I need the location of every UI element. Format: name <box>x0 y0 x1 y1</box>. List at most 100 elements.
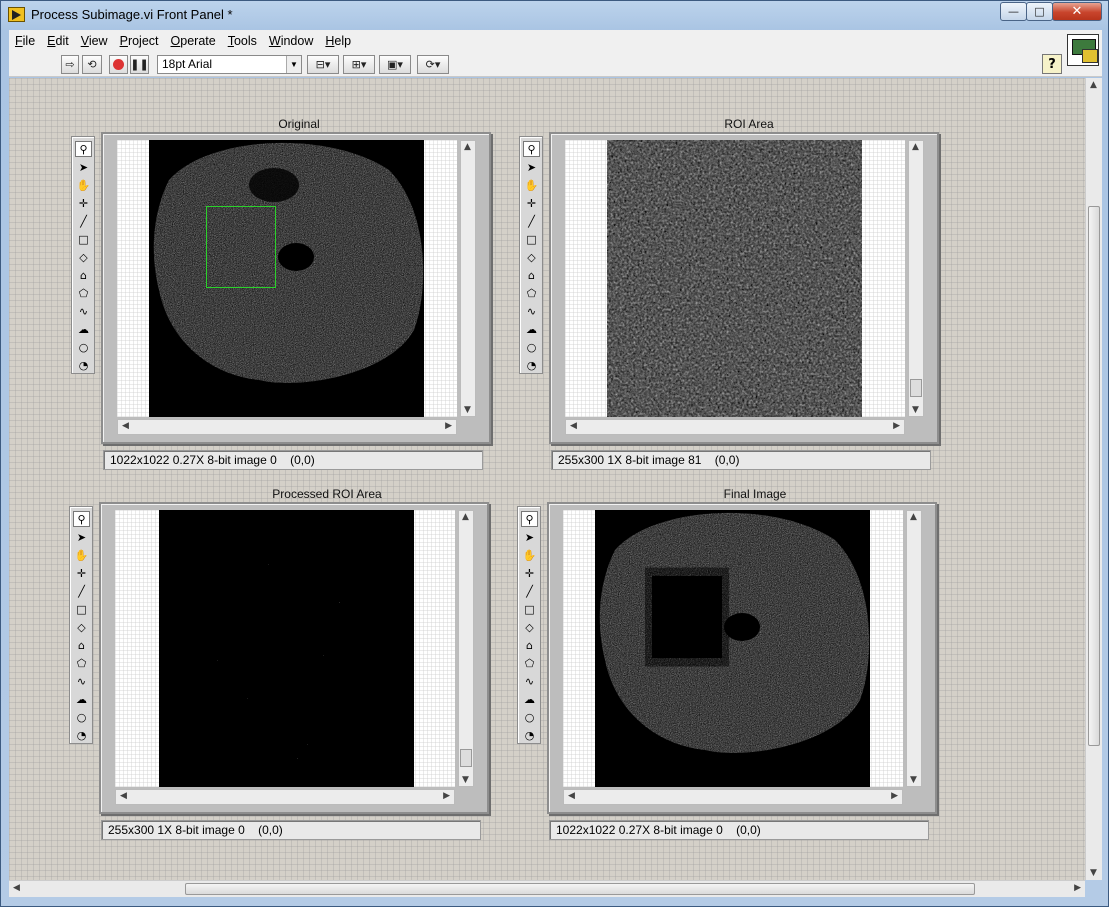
polyline-icon[interactable]: ⌂ <box>523 267 540 283</box>
roi-vertical-scrollbar[interactable]: ▲ ▼ <box>908 140 924 417</box>
run-arrow-icon[interactable]: ⇨ <box>61 55 79 74</box>
roi-image-display[interactable]: ▲ ▼ ◀ ▶ <box>549 132 939 444</box>
polygon-icon[interactable]: ⬠ <box>75 285 92 301</box>
polyline-icon[interactable]: ⌂ <box>73 637 90 653</box>
rotated-rectangle-icon[interactable]: ◇ <box>521 619 538 635</box>
line-icon[interactable]: ╱ <box>75 213 92 229</box>
close-button[interactable]: ✕ <box>1052 2 1102 21</box>
polygon-icon[interactable]: ⬠ <box>523 285 540 301</box>
polyline-icon[interactable]: ⌂ <box>75 267 92 283</box>
zoom-icon[interactable]: ⚲ <box>75 141 92 157</box>
menu-project[interactable]: Project <box>120 34 159 48</box>
line-icon[interactable]: ╱ <box>521 583 538 599</box>
polygon-icon[interactable]: ⬠ <box>521 655 538 671</box>
menu-tools[interactable]: Tools <box>228 34 257 48</box>
roi-horizontal-scrollbar[interactable]: ◀ ▶ <box>565 419 905 435</box>
freehand-region-icon[interactable]: ☁ <box>523 321 540 337</box>
zoom-icon[interactable]: ⚲ <box>523 141 540 157</box>
menu-help[interactable]: Help <box>325 34 351 48</box>
pan-icon[interactable]: ✋ <box>523 177 540 193</box>
oval-icon[interactable]: ○ <box>523 339 540 355</box>
panel-vertical-scroll-thumb[interactable] <box>1088 206 1100 746</box>
maximize-button[interactable]: □ <box>1026 2 1053 21</box>
original-view[interactable] <box>117 140 457 417</box>
final-horizontal-scrollbar[interactable]: ◀ ▶ <box>563 789 903 805</box>
point-icon[interactable]: ✛ <box>523 195 540 211</box>
rectangle-icon[interactable]: □ <box>73 601 90 617</box>
rectangle-icon[interactable]: □ <box>523 231 540 247</box>
processed-horizontal-scrollbar[interactable]: ◀ ▶ <box>115 789 455 805</box>
resize-objects-icon[interactable]: ▣▾ <box>379 55 411 74</box>
polyline-icon[interactable]: ⌂ <box>521 637 538 653</box>
panel-horizontal-scroll-thumb[interactable] <box>185 883 975 895</box>
line-icon[interactable]: ╱ <box>523 213 540 229</box>
abort-icon[interactable] <box>109 55 128 74</box>
align-objects-icon[interactable]: ⊟▾ <box>307 55 339 74</box>
final-image-display[interactable]: ▲ ▼ ◀ ▶ <box>547 502 937 814</box>
zoom-icon[interactable]: ⚲ <box>73 511 90 527</box>
panel-horizontal-scrollbar[interactable]: ◀ ▶ <box>9 880 1085 897</box>
freehand-region-icon[interactable]: ☁ <box>75 321 92 337</box>
menu-edit[interactable]: Edit <box>47 34 69 48</box>
front-panel[interactable]: Original ⚲ ➤ ✋ ✛ ╱ □ ◇ ⌂ ⬠ ∿ ☁ ○ ◔ ▲ ▼ ◀… <box>9 78 1085 880</box>
rotated-rectangle-icon[interactable]: ◇ <box>75 249 92 265</box>
point-icon[interactable]: ✛ <box>75 195 92 211</box>
rotated-rectangle-icon[interactable]: ◇ <box>73 619 90 635</box>
point-icon[interactable]: ✛ <box>521 565 538 581</box>
freehand-region-icon[interactable]: ☁ <box>521 691 538 707</box>
vi-icon[interactable] <box>1067 34 1099 66</box>
title-bar[interactable]: Process Subimage.vi Front Panel * — □ ✕ <box>1 1 1108 29</box>
pan-icon[interactable]: ✋ <box>75 177 92 193</box>
freehand-line-icon[interactable]: ∿ <box>521 673 538 689</box>
freehand-line-icon[interactable]: ∿ <box>523 303 540 319</box>
help-button[interactable]: ? <box>1042 54 1062 74</box>
pointer-icon[interactable]: ➤ <box>75 159 92 175</box>
oval-icon[interactable]: ○ <box>521 709 538 725</box>
roi-rectangle[interactable] <box>206 206 276 288</box>
font-select[interactable]: 18pt Arial ▼ <box>157 55 302 74</box>
processed-image-display[interactable]: ▲ ▼ ◀ ▶ <box>99 502 489 814</box>
labview-app-icon[interactable] <box>8 7 25 22</box>
rotated-rectangle-icon[interactable]: ◇ <box>523 249 540 265</box>
menu-operate[interactable]: Operate <box>171 34 216 48</box>
pointer-icon[interactable]: ➤ <box>73 529 90 545</box>
line-icon[interactable]: ╱ <box>73 583 90 599</box>
roi-view[interactable] <box>565 140 905 417</box>
final-vertical-scrollbar[interactable]: ▲ ▼ <box>906 510 922 787</box>
distribute-objects-icon[interactable]: ⊞▾ <box>343 55 375 74</box>
minimize-button[interactable]: — <box>1000 2 1027 21</box>
pause-icon[interactable]: ❚❚ <box>130 55 149 74</box>
pointer-icon[interactable]: ➤ <box>521 529 538 545</box>
rectangle-icon[interactable]: □ <box>75 231 92 247</box>
freehand-line-icon[interactable]: ∿ <box>73 673 90 689</box>
original-vertical-scrollbar[interactable]: ▲ ▼ <box>460 140 476 417</box>
polygon-icon[interactable]: ⬠ <box>73 655 90 671</box>
oval-icon[interactable]: ○ <box>73 709 90 725</box>
freehand-line-icon[interactable]: ∿ <box>75 303 92 319</box>
final-view[interactable] <box>563 510 903 787</box>
freehand-region-icon[interactable]: ☁ <box>73 691 90 707</box>
annulus-icon[interactable]: ◔ <box>523 357 540 373</box>
menu-file[interactable]: File <box>15 34 35 48</box>
pan-icon[interactable]: ✋ <box>521 547 538 563</box>
menu-view[interactable]: View <box>81 34 108 48</box>
roi-scroll-thumb[interactable] <box>910 379 922 397</box>
processed-view[interactable] <box>115 510 455 787</box>
original-image-display[interactable]: ▲ ▼ ◀ ▶ <box>101 132 491 444</box>
menu-window[interactable]: Window <box>269 34 313 48</box>
pointer-icon[interactable]: ➤ <box>523 159 540 175</box>
pan-icon[interactable]: ✋ <box>73 547 90 563</box>
annulus-icon[interactable]: ◔ <box>73 727 90 743</box>
processed-scroll-thumb[interactable] <box>460 749 472 767</box>
panel-vertical-scrollbar[interactable]: ▲ ▼ <box>1085 78 1102 880</box>
point-icon[interactable]: ✛ <box>73 565 90 581</box>
reorder-icon[interactable]: ⟳▾ <box>417 55 449 74</box>
annulus-icon[interactable]: ◔ <box>521 727 538 743</box>
original-horizontal-scrollbar[interactable]: ◀ ▶ <box>117 419 457 435</box>
annulus-icon[interactable]: ◔ <box>75 357 92 373</box>
zoom-icon[interactable]: ⚲ <box>521 511 538 527</box>
oval-icon[interactable]: ○ <box>75 339 92 355</box>
processed-vertical-scrollbar[interactable]: ▲ ▼ <box>458 510 474 787</box>
run-continuously-icon[interactable]: ⟲ <box>82 55 102 74</box>
rectangle-icon[interactable]: □ <box>521 601 538 617</box>
